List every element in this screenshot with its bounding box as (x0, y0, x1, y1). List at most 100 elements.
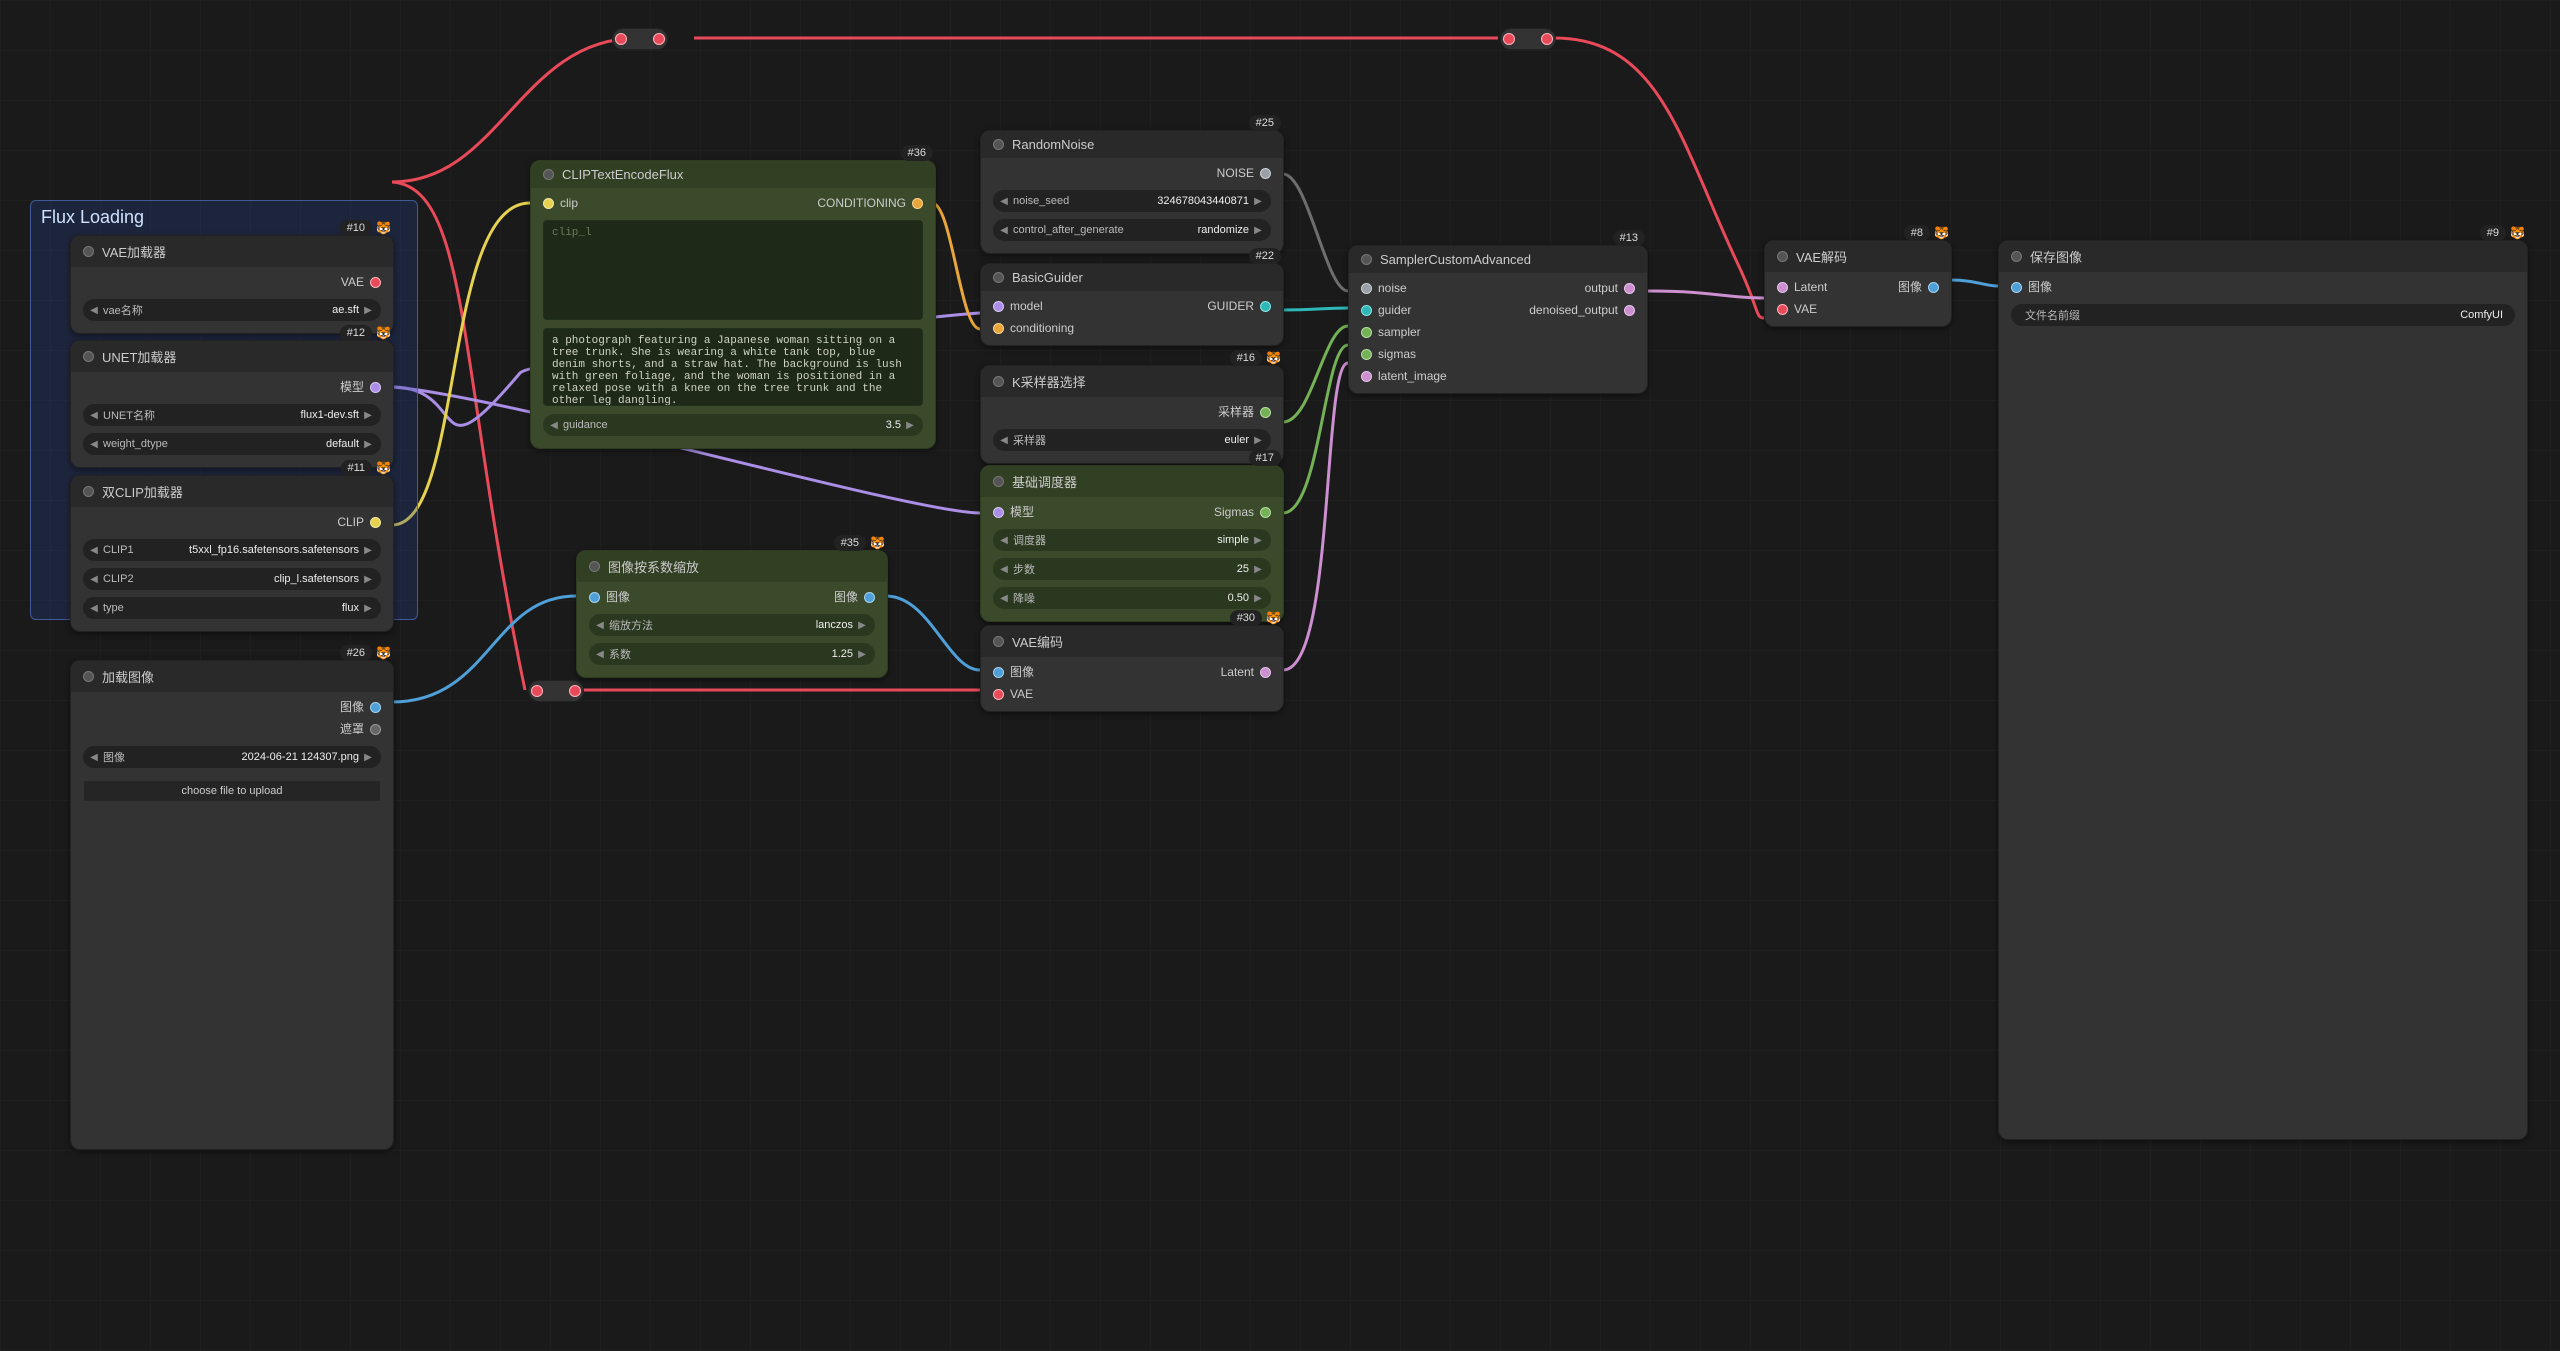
widget-clip2[interactable]: ◀CLIP2clip_l.safetensors▶ (83, 568, 381, 590)
node-load-image[interactable]: #26🐯 加载图像 图像 遮罩 ◀图像2024-06-21 124307.png… (70, 660, 394, 1150)
node-vae-encode[interactable]: #30🐯 VAE编码 图像 Latent VAE (980, 625, 1284, 712)
collapse-icon[interactable] (2011, 251, 2022, 262)
collapse-icon[interactable] (993, 636, 1004, 647)
node-vae-decode[interactable]: #8🐯 VAE解码 Latent 图像 VAE (1764, 240, 1952, 327)
collapse-icon[interactable] (83, 351, 94, 362)
node-clip-text-encode[interactable]: #36 CLIPTextEncodeFlux clip CONDITIONING… (530, 160, 936, 449)
widget-scale-method[interactable]: ◀缩放方法lanczos▶ (589, 614, 875, 636)
widget-denoise[interactable]: ◀降噪0.50▶ (993, 587, 1271, 609)
port-icon[interactable] (993, 689, 1004, 700)
port-icon[interactable] (993, 507, 1004, 518)
node-title: VAE加载器 (102, 242, 166, 261)
port-icon[interactable] (589, 592, 600, 603)
badge-face-icon: 🐯 (1266, 611, 1281, 625)
widget-weight-dtype[interactable]: ◀weight_dtypedefault▶ (83, 433, 381, 455)
collapse-icon[interactable] (1361, 254, 1372, 265)
port-icon[interactable] (1260, 301, 1271, 312)
port-icon[interactable] (1928, 282, 1939, 293)
port-icon[interactable] (1361, 283, 1372, 294)
badge-face-icon: 🐯 (376, 221, 391, 235)
port-icon[interactable] (2011, 282, 2022, 293)
input-label: sampler (1378, 323, 1421, 341)
node-basic-scheduler[interactable]: #17 基础调度器 模型 Sigmas ◀调度器simple▶ ◀步数25▶ ◀… (980, 465, 1284, 622)
node-sampler-advanced[interactable]: #13 SamplerCustomAdvanced noise output g… (1348, 245, 1648, 394)
port-icon[interactable] (1361, 327, 1372, 338)
node-unet-loader[interactable]: #12🐯 UNET加载器 模型 ◀UNET名称flux1-dev.sft▶ ◀w… (70, 340, 394, 468)
collapse-icon[interactable] (83, 486, 94, 497)
port-icon[interactable] (1624, 283, 1635, 294)
collapse-icon[interactable] (1777, 251, 1788, 262)
port-icon[interactable] (1624, 305, 1635, 316)
port-icon[interactable] (993, 301, 1004, 312)
port-icon[interactable] (1777, 304, 1788, 315)
collapse-icon[interactable] (83, 671, 94, 682)
node-image-scale[interactable]: #35🐯 图像按系数缩放 图像 图像 ◀缩放方法lanczos▶ ◀系数1.25… (576, 550, 888, 678)
input-label: sigmas (1378, 345, 1416, 363)
port-icon[interactable] (1361, 371, 1372, 382)
collapse-icon[interactable] (993, 139, 1004, 150)
reroute-vae-bottom[interactable] (528, 680, 584, 702)
node-basic-guider[interactable]: #22 BasicGuider model GUIDER conditionin… (980, 263, 1284, 346)
text-input-clip-l[interactable]: clip_l (543, 220, 923, 320)
port-icon[interactable] (993, 323, 1004, 334)
node-title: BasicGuider (1012, 270, 1083, 285)
input-label: Latent (1794, 278, 1827, 296)
node-dual-clip[interactable]: #11🐯 双CLIP加载器 CLIP ◀CLIP1t5xxl_fp16.safe… (70, 475, 394, 632)
output-label: 图像 (834, 588, 858, 606)
widget-steps[interactable]: ◀步数25▶ (993, 558, 1271, 580)
widget-sampler[interactable]: ◀采样器euler▶ (993, 429, 1271, 451)
widget-clip1[interactable]: ◀CLIP1t5xxl_fp16.safetensors.safetensors… (83, 539, 381, 561)
widget-scheduler[interactable]: ◀调度器simple▶ (993, 529, 1271, 551)
port-icon[interactable] (993, 667, 1004, 678)
reroute-vae-right[interactable] (1500, 28, 1556, 50)
widget-filename-prefix[interactable]: 文件名前缀ComfyUI (2011, 304, 2515, 326)
port-icon[interactable] (370, 382, 381, 393)
node-canvas[interactable]: Flux Loading #10🐯 VAE加载器 VAE ◀vae名称ae.sf… (0, 0, 2560, 1351)
widget-scale-factor[interactable]: ◀系数1.25▶ (589, 643, 875, 665)
collapse-icon[interactable] (993, 376, 1004, 387)
input-label: 图像 (1010, 663, 1034, 681)
port-icon[interactable] (1260, 507, 1271, 518)
widget-guidance[interactable]: ◀guidance3.5▶ (543, 414, 923, 436)
node-title: VAE编码 (1012, 632, 1063, 651)
port-icon[interactable] (864, 592, 875, 603)
node-vae-loader[interactable]: #10🐯 VAE加载器 VAE ◀vae名称ae.sft▶ (70, 235, 394, 334)
port-icon[interactable] (370, 724, 381, 735)
port-icon[interactable] (370, 702, 381, 713)
node-title: RandomNoise (1012, 137, 1094, 152)
port-icon[interactable] (543, 198, 554, 209)
collapse-icon[interactable] (993, 476, 1004, 487)
widget-image-file[interactable]: ◀图像2024-06-21 124307.png▶ (83, 746, 381, 768)
port-icon[interactable] (370, 277, 381, 288)
output-label: NOISE (1217, 164, 1254, 182)
port-icon[interactable] (1260, 168, 1271, 179)
output-label: CLIP (337, 513, 364, 531)
port-icon[interactable] (1260, 407, 1271, 418)
collapse-icon[interactable] (589, 561, 600, 572)
widget-vae-name[interactable]: ◀vae名称ae.sft▶ (83, 299, 381, 321)
widget-control-after[interactable]: ◀control_after_generaterandomize▶ (993, 219, 1271, 241)
port-icon[interactable] (1260, 667, 1271, 678)
node-title: 加载图像 (102, 667, 154, 686)
widget-noise-seed[interactable]: ◀noise_seed324678043440871▶ (993, 190, 1271, 212)
node-random-noise[interactable]: #25 RandomNoise NOISE ◀noise_seed3246780… (980, 130, 1284, 254)
output-label: output (1585, 279, 1618, 297)
upload-button[interactable]: choose file to upload (83, 780, 381, 802)
node-save-image[interactable]: #9🐯 保存图像 图像 文件名前缀ComfyUI (1998, 240, 2528, 1140)
collapse-icon[interactable] (993, 272, 1004, 283)
collapse-icon[interactable] (83, 246, 94, 257)
input-label: VAE (1010, 685, 1033, 703)
port-icon[interactable] (1361, 305, 1372, 316)
text-input-t5[interactable]: a photograph featuring a Japanese woman … (543, 328, 923, 406)
widget-unet-name[interactable]: ◀UNET名称flux1-dev.sft▶ (83, 404, 381, 426)
collapse-icon[interactable] (543, 169, 554, 180)
port-icon[interactable] (1777, 282, 1788, 293)
reroute-vae-top[interactable] (612, 28, 668, 50)
node-ksampler-select[interactable]: #16🐯 K采样器选择 采样器 ◀采样器euler▶ (980, 365, 1284, 464)
input-label: 模型 (1010, 503, 1034, 521)
badge-face-icon: 🐯 (1266, 351, 1281, 365)
port-icon[interactable] (370, 517, 381, 528)
port-icon[interactable] (1361, 349, 1372, 360)
widget-clip-type[interactable]: ◀typeflux▶ (83, 597, 381, 619)
port-icon[interactable] (912, 198, 923, 209)
